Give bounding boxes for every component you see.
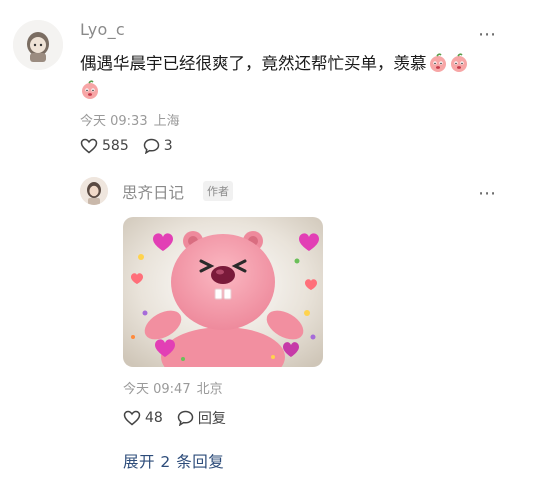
more-options-icon[interactable]: ⋯ <box>478 24 497 45</box>
reply-meta: 今天 09:47 北京 <box>123 378 229 397</box>
comment-actions: 585 3 <box>80 138 187 154</box>
author-badge: 作者 <box>203 181 233 201</box>
reply-avatar[interactable] <box>80 177 108 205</box>
comment-bubble-icon <box>177 410 194 426</box>
reply-count: 3 <box>163 138 173 154</box>
like-count: 48 <box>145 410 163 426</box>
comment-username[interactable]: Lyo_c <box>80 20 125 39</box>
comment-meta: 今天 09:33 上海 <box>80 110 186 129</box>
peach-crying-emoji-icon <box>429 53 446 72</box>
like-button[interactable]: 48 <box>123 410 163 426</box>
comment-time: 今天 09:33 <box>80 114 148 129</box>
comment-text: 偶遇华晨宇已经很爽了，竟然还帮忙买单，羡慕 <box>80 50 500 104</box>
heart-icon <box>80 138 98 154</box>
pink-beaver-sticker[interactable] <box>123 217 323 367</box>
reply-username[interactable]: 思齐日记 <box>122 181 184 203</box>
comment-bubble-icon <box>143 138 159 154</box>
reply-button[interactable]: 回复 <box>177 408 226 428</box>
comment-location: 上海 <box>153 114 180 129</box>
reply-actions: 48 回复 <box>123 408 240 428</box>
reply-label: 回复 <box>197 411 226 427</box>
reply-time: 今天 09:47 <box>123 382 191 397</box>
more-options-icon[interactable]: ⋯ <box>478 183 497 204</box>
peach-crying-emoji-icon <box>450 53 467 72</box>
comment-body: 偶遇华晨宇已经很爽了，竟然还帮忙买单，羡慕 <box>80 54 427 73</box>
avatar[interactable] <box>13 20 63 70</box>
expand-replies-link[interactable]: 展开 2 条回复 <box>123 450 224 472</box>
reply-location: 北京 <box>196 382 223 397</box>
reply-button[interactable]: 3 <box>143 138 173 154</box>
like-button[interactable]: 585 <box>80 138 129 154</box>
like-count: 585 <box>102 138 129 154</box>
heart-icon <box>123 410 141 426</box>
peach-crying-emoji-icon <box>82 80 98 99</box>
